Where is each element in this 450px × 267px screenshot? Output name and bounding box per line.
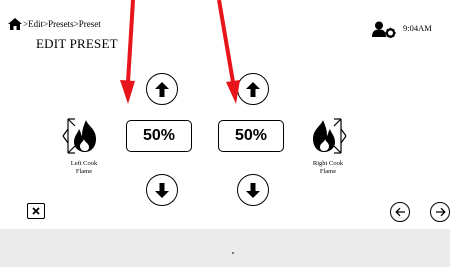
close-icon	[32, 207, 40, 215]
right-flame-label-line1: Right Cook	[312, 160, 344, 167]
flame-icon	[313, 118, 347, 154]
left-flame-label: Left Cook Flame	[54, 160, 114, 176]
header: >Edit>Presets>Preset EDIT PRESET 9:04AM	[0, 0, 450, 60]
arrow-up-icon	[155, 81, 169, 97]
footer-bar	[0, 229, 450, 267]
next-button[interactable]	[430, 202, 450, 222]
clock: 9:04AM	[403, 23, 432, 33]
right-decrease-button[interactable]	[237, 174, 269, 206]
left-flame-label-line2: Flame	[75, 168, 93, 175]
footer-indicator	[232, 252, 234, 254]
flame-icon	[62, 118, 96, 154]
close-button[interactable]	[27, 203, 45, 219]
right-increase-button[interactable]	[237, 73, 269, 105]
edit-preset-screen: >Edit>Presets>Preset EDIT PRESET 9:04AM …	[0, 0, 450, 267]
previous-button[interactable]	[390, 202, 410, 222]
page-title: EDIT PRESET	[36, 36, 118, 51]
arrow-up-icon	[246, 81, 260, 97]
arrow-down-icon	[246, 182, 260, 198]
home-icon[interactable]	[8, 18, 22, 30]
right-flame-label: Right Cook Flame	[298, 160, 358, 176]
left-flame-value[interactable]: 50%	[126, 120, 192, 152]
left-flame-label-line1: Left Cook	[70, 160, 98, 167]
user-settings-icon[interactable]	[372, 21, 396, 38]
arrow-left-icon	[394, 207, 405, 217]
arrow-right-icon	[435, 207, 446, 217]
right-flame-value[interactable]: 50%	[218, 120, 284, 152]
arrow-down-icon	[155, 182, 169, 198]
left-increase-button[interactable]	[146, 73, 178, 105]
breadcrumb[interactable]: >Edit>Presets>Preset	[23, 19, 101, 29]
right-flame-label-line2: Flame	[319, 168, 337, 175]
left-decrease-button[interactable]	[146, 174, 178, 206]
